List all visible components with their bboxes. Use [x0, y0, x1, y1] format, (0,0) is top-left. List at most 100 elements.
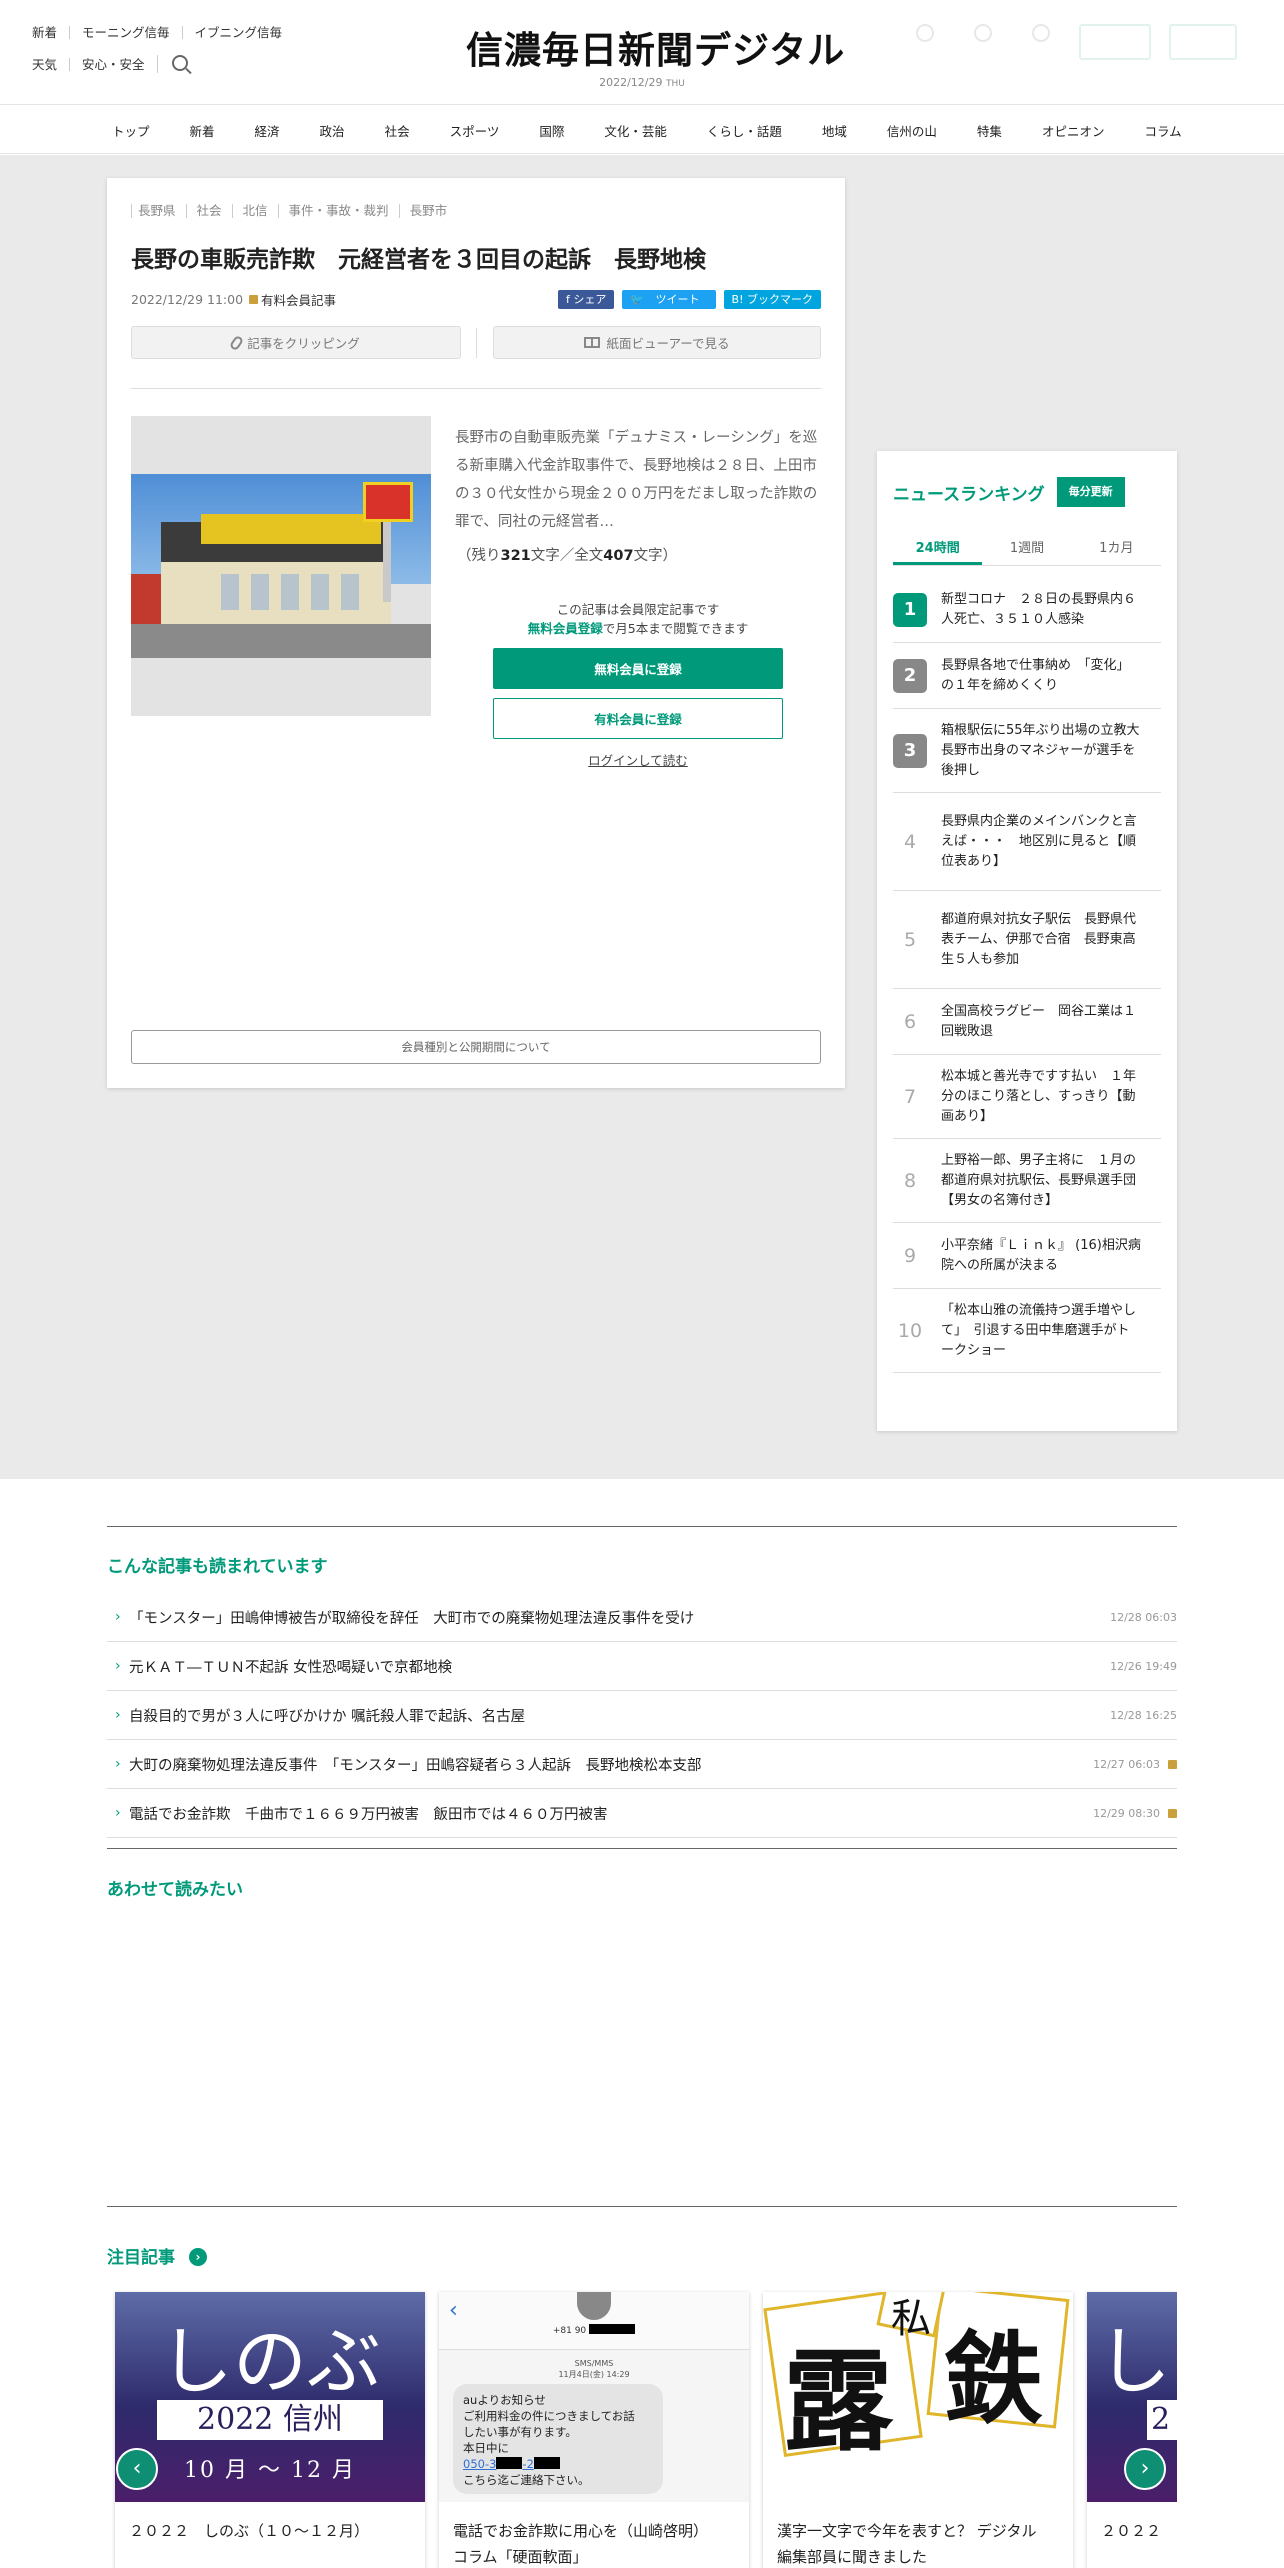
headline-line: 回戦敗退 — [941, 1023, 994, 1039]
related-article[interactable]: › 「モンスター」田嶋伸博被告が取締役を辞任 大町市での廃棄物処理法違反事件を受け… — [107, 1593, 1177, 1642]
ranking-item[interactable]: 2 長野県各地で仕事納め 「変化」 の１年を締めくくり — [893, 643, 1161, 709]
rank-headline: 長野県各地で仕事納め 「変化」 の１年を締めくくり — [927, 656, 1130, 696]
hatena-bookmark-button[interactable]: B! ブックマーク — [723, 290, 821, 309]
featured-card[interactable]: し 2 ２０２２ — [1087, 2292, 1177, 2568]
caption-line: 漢字一文字で今年を表すと？ デジタル — [777, 2522, 1037, 2540]
related-article[interactable]: › 自殺目的で男が３人に呼びかけか 嘱託殺人罪で起訴、名古屋 12/28 16:25 — [107, 1691, 1177, 1740]
nav-top[interactable]: トップ — [92, 121, 170, 140]
twitter-share-button[interactable]: 🐦 ツイート — [622, 290, 716, 309]
headline-line: 箱根駅伝に55年ぶり出場の立教大 — [941, 722, 1140, 738]
header-date: 2022/12/29 THU — [466, 76, 818, 89]
book-icon — [584, 337, 601, 348]
clip-article-button[interactable]: 記事をクリッピング — [131, 326, 461, 359]
article-photo[interactable] — [131, 416, 431, 716]
sms-link: 050-3 — [463, 2457, 497, 2471]
nav-features[interactable]: 特集 — [957, 121, 1022, 140]
nav-international[interactable]: 国際 — [519, 121, 584, 140]
link-evening[interactable]: イブニング信毎 — [181, 25, 295, 39]
ranking-item[interactable]: 10 「松本山雅の流儀持つ選手増やし て」 引退する田中隼磨選手がト ークショー — [893, 1289, 1161, 1373]
paper-viewer-button[interactable]: 紙面ビューアーで見る — [493, 326, 821, 359]
carousel-next-button[interactable]: › — [1124, 2448, 1166, 2490]
tab-24h[interactable]: 24時間 — [893, 533, 983, 565]
nav-mountains[interactable]: 信州の山 — [867, 121, 957, 140]
nav-life[interactable]: くらし・話題 — [687, 121, 802, 140]
rank-number: 3 — [893, 733, 927, 768]
ranking-item[interactable]: 4 長野県内企業のメインバンクと言 えば・・・ 地区別に見ると【順 位表あり】 — [893, 793, 1161, 891]
remain-mid: 文字／全文 — [530, 548, 604, 564]
featured-card[interactable]: 露 鉄 私 漢字一文字で今年を表すと？ デジタル 編集部員に聞きました — [763, 2292, 1073, 2568]
ranking-item[interactable]: 6 全国高校ラグビー 岡谷工業は１ 回戦敗退 — [893, 989, 1161, 1055]
nav-economy[interactable]: 経済 — [235, 121, 300, 140]
image-text: 2022 信州 — [157, 2400, 383, 2440]
register-paid-button[interactable]: 有料会員に登録 — [493, 698, 783, 739]
article-datetime: 2022/12/29 11:00 — [131, 292, 244, 307]
ranking-item[interactable]: 8 上野裕一郎、男子主将に １月の 都道府県対抗駅伝、長野県選手団 【男女の名簿付き】 — [893, 1139, 1161, 1223]
ranking-item[interactable]: 3 箱根駅伝に55年ぶり出場の立教大 長野市出身のマネジャーが選手を 後押し — [893, 709, 1161, 793]
date-value: 12/28 06:03 — [1110, 1610, 1177, 1624]
faded-icon-3[interactable] — [1021, 24, 1061, 60]
related-article[interactable]: › 元ＫＡＴ―ＴＵＮ不起訴 女性恐喝疑いで京都地検 12/26 19:49 — [107, 1642, 1177, 1691]
rank-number: 9 — [903, 1244, 917, 1267]
rank-headline: 松本城と善光寺ですす払い １年 分のほこり落とし、すっきり【動 画あり】 — [927, 1067, 1136, 1127]
chevron-left-icon: ‹ — [449, 2298, 458, 2323]
lock-icon — [249, 295, 259, 304]
link-morning[interactable]: モーニング信毎 — [69, 25, 182, 39]
headline-line: 画あり】 — [941, 1108, 994, 1124]
ranking-item[interactable]: 1 新型コロナ ２８日の長野県内６ 人死亡、３５１０人感染 — [893, 577, 1161, 643]
nav-culture[interactable]: 文化・芸能 — [584, 121, 687, 140]
sms-line: こちら迄ご連絡下さい。 — [463, 2473, 590, 2487]
site-logo[interactable]: 信濃毎日新聞デジタル 2022/12/29 THU — [466, 20, 844, 89]
faded-icon-2[interactable] — [963, 24, 1003, 60]
login-link[interactable]: ログインして読む — [493, 750, 783, 769]
featured-card[interactable]: しのぶ 2022 信州 10 月 ～ 12 月 ２０２２ しのぶ（１０～１２月） — [115, 2292, 425, 2568]
featured-title[interactable]: 注目記事 › — [107, 2243, 207, 2268]
link-safety[interactable]: 安心・安全 — [69, 57, 157, 71]
chevron-right-icon: › — [115, 1609, 121, 1625]
nav-society[interactable]: 社会 — [365, 121, 430, 140]
link-latest[interactable]: 新着 — [32, 26, 69, 39]
tab-1month[interactable]: 1カ月 — [1072, 533, 1161, 565]
chevron-right-icon: › — [115, 1756, 121, 1772]
headline-line: えば・・・ 地区別に見ると【順 — [941, 833, 1137, 849]
remain-prefix: （残り — [457, 548, 501, 564]
register-free-button[interactable]: 無料会員に登録 — [493, 648, 783, 689]
nav-sports[interactable]: スポーツ — [430, 121, 520, 140]
breadcrumb-item[interactable]: 長野市 — [398, 204, 458, 218]
nav-column[interactable]: コラム — [1124, 121, 1201, 140]
breadcrumb: 長野県 社会 北信 事件・事故・裁判 長野市 — [131, 204, 457, 218]
facebook-share-button[interactable]: f シェア — [557, 290, 615, 309]
membership-info-button[interactable]: 会員種別と公開期間について — [131, 1030, 821, 1064]
ranking-item[interactable]: 9 小平奈緒『Ｌｉｎｋ』 (16)相沢病 院への所属が決まる — [893, 1223, 1161, 1289]
related-article[interactable]: › 大町の廃棄物処理法違反事件 「モンスター」田嶋容疑者ら３人起訴 長野地検松本支… — [107, 1740, 1177, 1789]
related-article[interactable]: › 電話でお金詐欺 千曲市で１６６９万円被害 飯田市では４６０万円被害 12/29 … — [107, 1789, 1177, 1838]
headline-line: 【男女の名簿付き】 — [941, 1192, 1059, 1208]
breadcrumb-item[interactable]: 事件・事故・裁判 — [277, 204, 399, 218]
breadcrumb-item[interactable]: 北信 — [231, 204, 278, 218]
sms-line: ご利用料金の件につきましてお話 — [463, 2409, 635, 2423]
headline-line: 全国高校ラグビー 岡谷工業は１ — [941, 1003, 1137, 1019]
nav-latest[interactable]: 新着 — [170, 121, 235, 140]
search-button[interactable] — [156, 55, 200, 73]
free-register-link[interactable]: 無料会員登録 — [528, 621, 603, 636]
breadcrumb-item[interactable]: 社会 — [185, 204, 232, 218]
breadcrumb-item[interactable]: 長野県 — [131, 204, 186, 218]
caption-line: 電話でお金詐欺に用心を（山崎啓明） — [453, 2522, 709, 2540]
ranking-item[interactable]: 7 松本城と善光寺ですす払い １年 分のほこり落とし、すっきり【動 画あり】 — [893, 1055, 1161, 1139]
card-caption: ２０２２ しのぶ（１０～１２月） — [129, 2522, 370, 2540]
card-caption: 電話でお金詐欺に用心を（山崎啓明） コラム「硬面軟面」 — [453, 2518, 743, 2568]
nav-opinion[interactable]: オピニオン — [1022, 121, 1125, 140]
faded-login-button[interactable] — [1079, 24, 1151, 60]
nav-politics[interactable]: 政治 — [300, 121, 365, 140]
carousel-prev-button[interactable]: ‹ — [116, 2448, 158, 2490]
news-ranking: ニュースランキング 毎分更新 24時間 1週間 1カ月 1 新型コロナ ２８日の長… — [877, 451, 1177, 1431]
headline-line: 長野市出身のマネジャーが選手を — [941, 742, 1136, 758]
nav-region[interactable]: 地域 — [802, 121, 867, 140]
link-weather[interactable]: 天気 — [32, 58, 69, 71]
headline-line: 都道府県対抗駅伝、長野県選手団 — [941, 1172, 1137, 1188]
tab-1week[interactable]: 1週間 — [982, 533, 1071, 565]
faded-register-button[interactable] — [1169, 24, 1237, 60]
faded-icon-1[interactable] — [905, 24, 945, 60]
ranking-item[interactable]: 5 都道府県対抗女子駅伝 長野県代 表チーム、伊那で合宿 長野東高 生５人も参加 — [893, 891, 1161, 989]
featured-card[interactable]: ‹ +81 90 SMS/MMS 11月4日(金) 14:29 auよりお知らせ … — [439, 2292, 749, 2568]
member-only-notice: この記事は会員限定記事です 無料会員登録で月5本まで閲覧できます — [493, 600, 783, 638]
